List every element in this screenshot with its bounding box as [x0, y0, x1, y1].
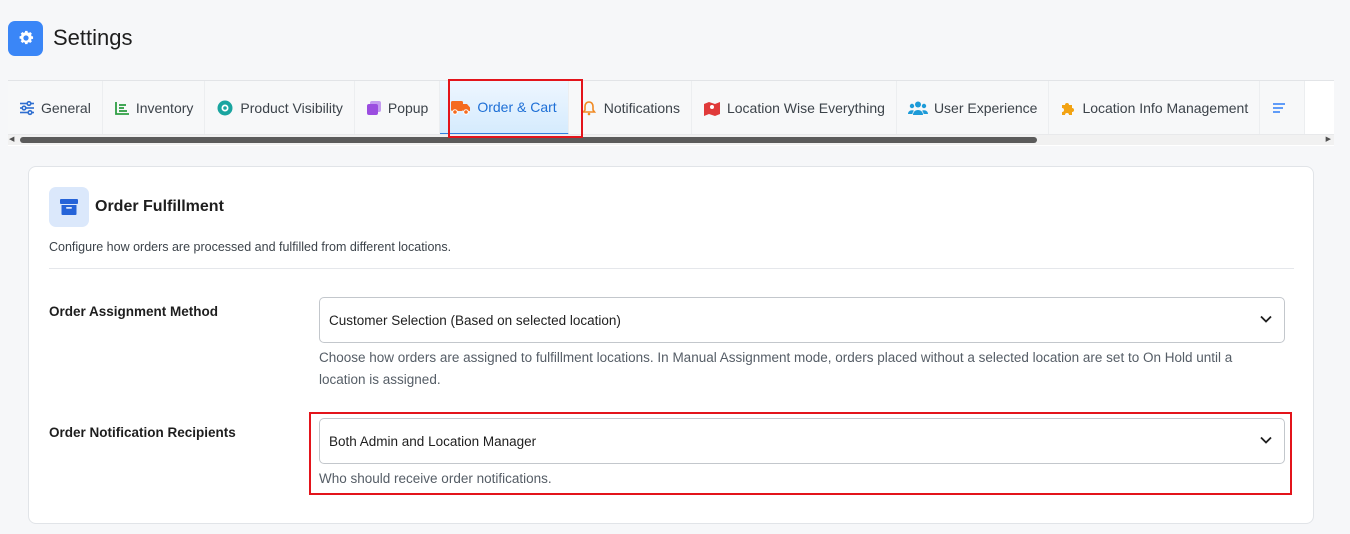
- scroll-left-icon[interactable]: ◀: [9, 136, 14, 144]
- divider: [49, 268, 1294, 269]
- tab-general[interactable]: General: [8, 81, 103, 134]
- tab-more[interactable]: [1260, 81, 1306, 134]
- gear-icon: [8, 20, 43, 56]
- chart-icon: [114, 102, 129, 115]
- tab-popup[interactable]: Popup: [354, 81, 441, 134]
- tab-location-info-management[interactable]: Location Info Management: [1049, 81, 1261, 134]
- card-title: Order Fulfillment: [95, 198, 224, 215]
- select-value: Both Admin and Location Manager: [329, 433, 537, 449]
- tab-label: Location Wise Everything: [726, 100, 885, 116]
- bell-icon: [581, 101, 596, 116]
- tab-order-cart[interactable]: Order & Cart: [440, 81, 569, 134]
- chevron-down-icon: [1260, 315, 1272, 323]
- tab-inventory[interactable]: Inventory: [102, 81, 206, 134]
- select-value: Customer Selection (Based on selected lo…: [329, 312, 621, 328]
- order-assignment-label: Order Assignment Method: [49, 304, 219, 319]
- scroll-thumb[interactable]: [20, 137, 1037, 143]
- scroll-right-icon[interactable]: ▶: [1326, 136, 1331, 144]
- order-recipients-help: Who should receive order notifications.: [319, 471, 552, 486]
- users-icon: [907, 101, 928, 115]
- page-header: Settings: [8, 20, 133, 56]
- page-title: Settings: [53, 25, 133, 50]
- tab-label: Product Visibility: [240, 100, 343, 116]
- truck-icon: [451, 101, 471, 115]
- map-icon: [703, 102, 720, 116]
- order-recipients-label: Order Notification Recipients: [49, 425, 236, 440]
- tab-label: Notifications: [603, 100, 680, 116]
- tabs-scrollbar[interactable]: ◀ ▶: [8, 135, 1334, 145]
- chevron-down-icon: [1260, 436, 1272, 444]
- tab-label: Order & Cart: [477, 99, 557, 115]
- order-assignment-help: Choose how orders are assigned to fulfil…: [319, 350, 1233, 387]
- tab-label: Popup: [387, 100, 429, 116]
- card-description: Configure how orders are processed and f…: [49, 240, 452, 254]
- eye-icon: [217, 100, 233, 116]
- settings-tabs: General Inventory Product Visibility Pop…: [8, 80, 1334, 146]
- tab-notifications[interactable]: Notifications: [568, 81, 692, 134]
- puzzle-icon: [1062, 103, 1075, 115]
- tab-label: Inventory: [135, 100, 194, 116]
- sliders-icon: [20, 100, 34, 116]
- tab-label: General: [41, 100, 91, 116]
- tab-product-visibility[interactable]: Product Visibility: [205, 81, 355, 134]
- tab-location-wise-everything[interactable]: Location Wise Everything: [691, 81, 897, 134]
- tab-label: User Experience: [933, 100, 1038, 116]
- tab-user-experience[interactable]: User Experience: [896, 81, 1050, 134]
- layers-icon: [366, 101, 381, 115]
- archive-icon: [49, 187, 89, 227]
- tab-label: Location Info Management: [1082, 100, 1249, 116]
- order-fulfillment-card: Order Fulfillment Configure how orders a…: [28, 166, 1314, 524]
- list-icon: [1273, 103, 1286, 113]
- order-recipients-select[interactable]: Both Admin and Location Manager: [319, 418, 1285, 464]
- order-assignment-select[interactable]: Customer Selection (Based on selected lo…: [319, 297, 1285, 343]
